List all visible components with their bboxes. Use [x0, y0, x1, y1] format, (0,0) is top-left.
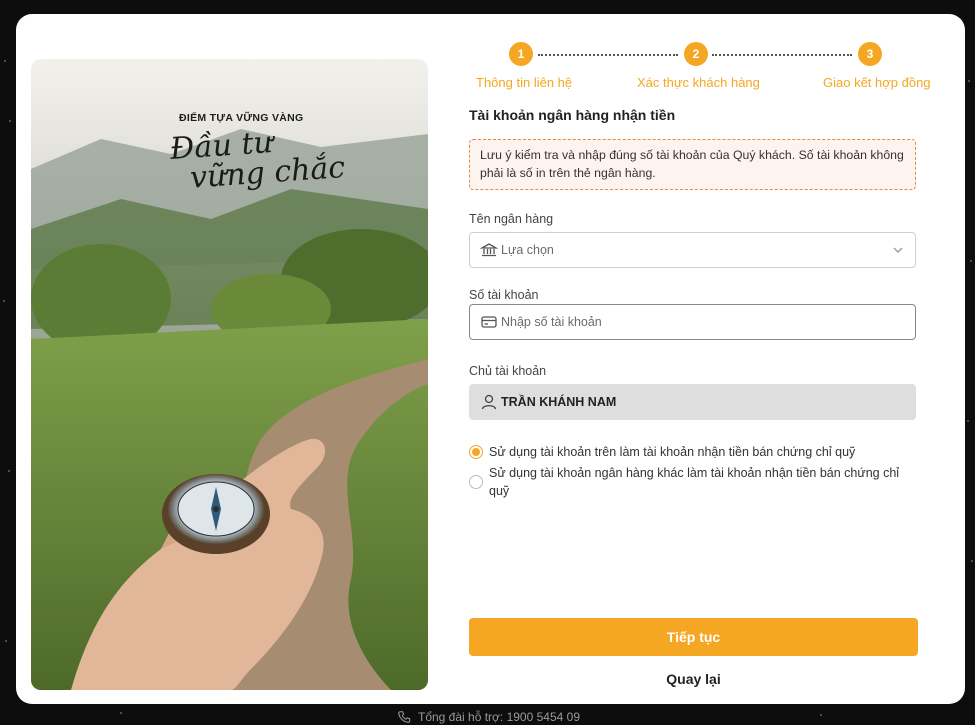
- hero-tagline: ĐIỂM TỰA VỮNG VÀNG: [179, 112, 304, 124]
- step-2-label: Xác thực khách hàng: [637, 75, 760, 90]
- section-title: Tài khoản ngân hàng nhận tiền: [469, 107, 676, 123]
- step-1-number: 1: [509, 42, 533, 66]
- account-holder-field: TRẦN KHÁNH NAM: [469, 384, 916, 420]
- account-number-label: Số tài khoản: [469, 288, 539, 302]
- radio-selected[interactable]: [469, 445, 483, 459]
- account-number-input[interactable]: Nhập số tài khoản: [469, 304, 916, 340]
- account-holder-value: TRẦN KHÁNH NAM: [501, 395, 617, 409]
- bank-select[interactable]: Lựa chọn: [469, 232, 916, 268]
- step-3-label: Giao kết hợp đồng: [823, 75, 931, 90]
- option-use-above-account[interactable]: Sử dụng tài khoản trên làm tài khoản nhậ…: [469, 443, 909, 461]
- continue-button[interactable]: Tiếp tục: [469, 618, 918, 656]
- hero-script-title: Đầu tư vững chắc: [169, 123, 346, 196]
- chevron-down-icon: [893, 247, 903, 253]
- account-notice: Lưu ý kiểm tra và nhập đúng số tài khoản…: [469, 139, 916, 190]
- account-number-placeholder: Nhập số tài khoản: [501, 315, 602, 329]
- step-1-label: Thông tin liên hệ: [476, 75, 573, 90]
- step-2-number: 2: [684, 42, 708, 66]
- bank-icon: [480, 243, 498, 257]
- step-3-number: 3: [858, 42, 882, 66]
- option-use-other-account-label: Sử dụng tài khoản ngân hàng khác làm tài…: [489, 466, 900, 498]
- hero-image: ĐIỂM TỰA VỮNG VÀNG Đầu tư vững chắc: [31, 59, 428, 690]
- footer-hotline: Tổng đài hỗ trợ: 1900 5454 09: [396, 710, 580, 724]
- back-button[interactable]: Quay lại: [469, 666, 918, 692]
- radio-unselected[interactable]: [469, 475, 483, 489]
- option-use-other-account[interactable]: Sử dụng tài khoản ngân hàng khác làm tài…: [469, 464, 909, 500]
- hotline-text: Tổng đài hỗ trợ: 1900 5454 09: [418, 710, 580, 724]
- option-use-above-account-label: Sử dụng tài khoản trên làm tài khoản nhậ…: [489, 445, 856, 459]
- phone-icon: [398, 711, 411, 723]
- card-icon: [481, 316, 497, 328]
- registration-card: ĐIỂM TỰA VỮNG VÀNG Đầu tư vững chắc 1 2 …: [16, 14, 965, 704]
- account-holder-label: Chủ tài khoản: [469, 364, 547, 378]
- step-connector-1: [538, 54, 678, 56]
- step-connector-2: [712, 54, 852, 56]
- bank-select-placeholder: Lựa chọn: [501, 243, 554, 257]
- bank-name-label: Tên ngân hàng: [469, 212, 554, 226]
- user-icon: [481, 394, 497, 410]
